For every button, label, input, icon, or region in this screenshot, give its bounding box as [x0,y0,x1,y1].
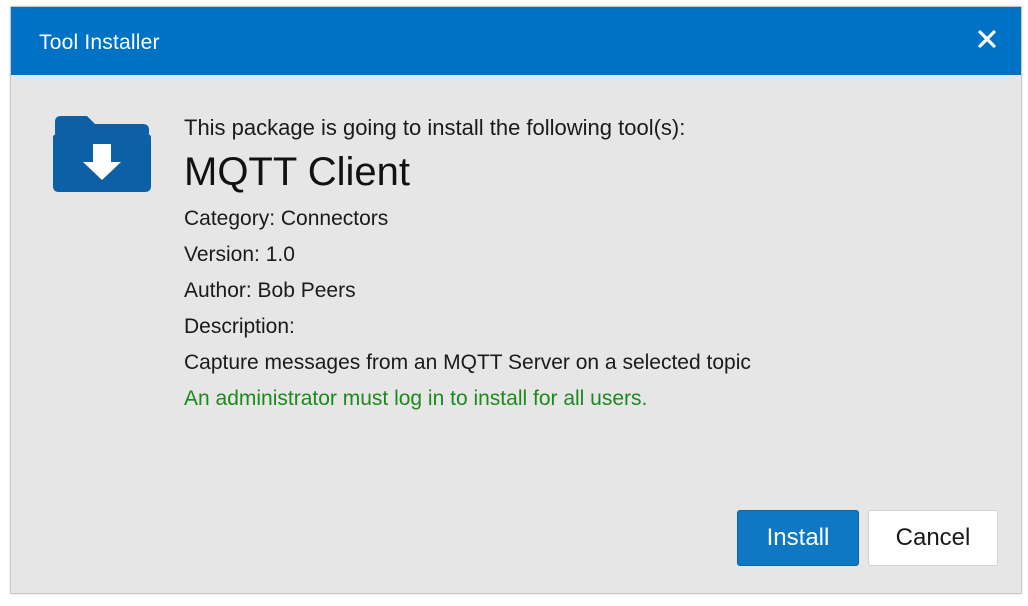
package-info: This package is going to install the fol… [184,115,984,417]
cancel-button[interactable]: Cancel [868,510,998,566]
dialog-title: Tool Installer [39,31,160,54]
admin-note: An administrator must log in to install … [184,387,648,410]
description-label: Description: [184,315,295,338]
dialog-titlebar: Tool Installer [11,7,1021,75]
install-button[interactable]: Install [737,510,859,566]
intro-text: This package is going to install the fol… [184,115,686,140]
tool-description: Capture messages from an MQTT Server on … [184,351,751,374]
tool-version: Version: 1.0 [184,243,295,266]
close-icon [978,30,996,48]
folder-download-icon [53,116,151,192]
close-button[interactable] [969,21,1005,57]
tool-category: Category: Connectors [184,207,389,230]
tool-name: MQTT Client [184,150,410,194]
tool-author: Author: Bob Peers [184,279,356,302]
tool-installer-dialog: Tool Installer This package is going to … [10,6,1022,594]
